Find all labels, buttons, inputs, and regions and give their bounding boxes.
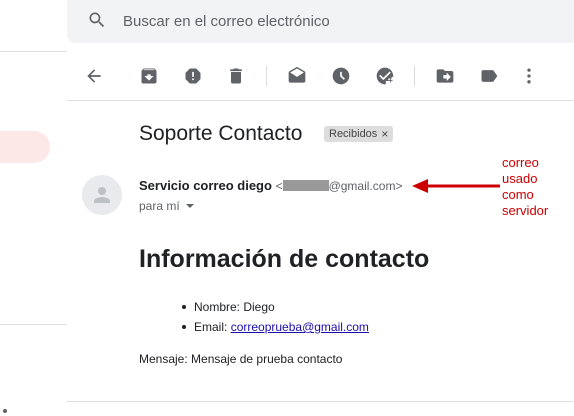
email-subject: Soporte Contacto [139,122,303,145]
email-label: Email: [194,320,231,334]
archive-icon[interactable] [137,64,161,88]
remove-label-icon[interactable]: × [381,126,388,142]
avatar[interactable] [82,175,122,215]
sidebar-divider [0,324,67,325]
chevron-down-icon[interactable] [185,204,194,208]
message-toolbar [67,52,574,101]
label-icon[interactable] [477,64,501,88]
sidebar-dot [3,409,7,413]
sender-email: < @gmail.com> [276,179,403,193]
message-text: Mensaje: Mensaje de prueba contacto [139,352,343,366]
email-link[interactable]: correoprueba@gmail.com [231,320,369,334]
annotation-arrow [412,179,500,193]
sender-email-prefix: < [275,179,283,193]
more-icon[interactable] [517,64,541,88]
body-heading: Información de contacto [139,245,430,273]
contact-details-list: Nombre: Diego Email: correoprueba@gmail.… [180,299,369,339]
person-icon [94,187,110,203]
back-arrow-icon[interactable] [82,64,106,88]
annotation-line: como [502,187,534,202]
sidebar-item-active[interactable] [0,131,50,163]
recipient-text: para mí [139,199,180,213]
redacted-block [282,180,329,191]
list-item: Nombre: Diego [180,299,369,319]
search-input[interactable] [123,10,543,32]
snooze-icon[interactable] [329,64,353,88]
sender-name[interactable]: Servicio correo diego [139,178,272,193]
add-to-tasks-icon[interactable] [373,64,397,88]
report-spam-icon[interactable] [181,64,205,88]
annotation-line: servidor [502,203,549,218]
sidebar-divider [0,51,67,52]
annotation-line: usado [502,171,538,186]
label-chip-text: Recibidos [329,128,378,140]
toolbar-divider [414,66,415,86]
sender-email-suffix: @gmail.com> [328,179,403,193]
sidebar [0,0,67,416]
name-field: Nombre: Diego [194,300,275,314]
search-icon[interactable] [87,10,107,30]
inbox-label-chip[interactable]: Recibidos × [324,126,394,142]
search-bar[interactable] [67,0,574,43]
recipient-details[interactable]: para mí [139,199,194,213]
annotation-text: correo usado como servidor [502,155,572,219]
list-item: Email: correoprueba@gmail.com [180,319,369,339]
sender-line: Servicio correo diego < @gmail.com> [139,178,402,193]
annotation-line: correo [502,155,539,170]
divider [67,401,574,402]
move-to-icon[interactable] [433,64,457,88]
mark-unread-icon[interactable] [285,64,309,88]
delete-icon[interactable] [224,64,248,88]
toolbar-divider [266,66,267,86]
